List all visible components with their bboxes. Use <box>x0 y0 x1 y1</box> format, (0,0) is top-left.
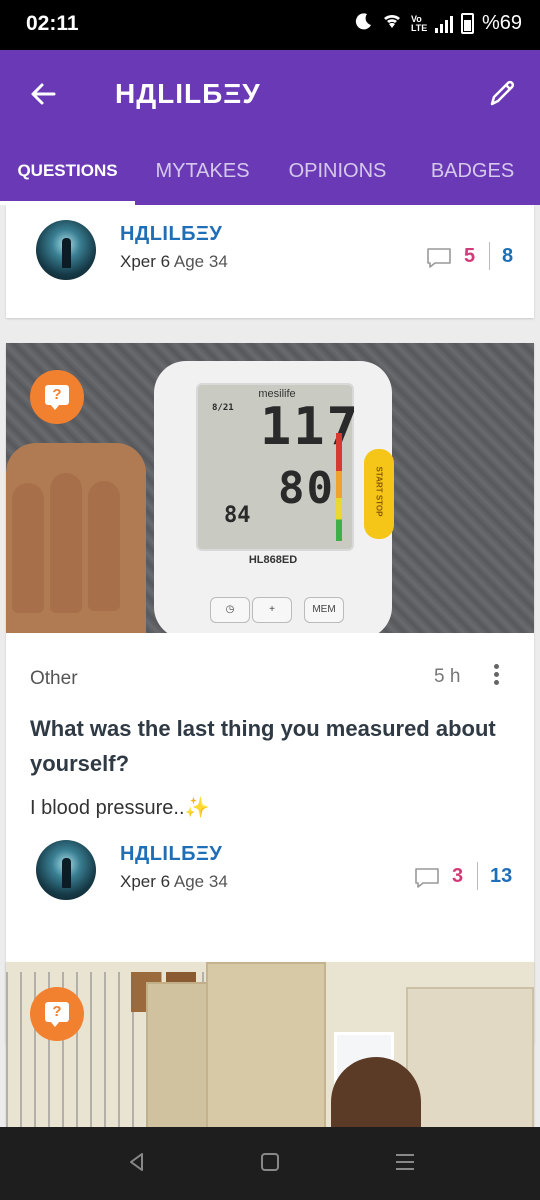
tab-opinions[interactable]: OPINIONS <box>270 145 405 205</box>
question-card[interactable]: mesilife 8/21 117 80 84 HL868ED ◷ + MEM … <box>6 343 534 1043</box>
question-card[interactable]: НДLILБΞУ Xper 6 Age 34 5 8 <box>6 205 534 318</box>
status-icons: Vo LTE %69 <box>355 12 522 35</box>
back-triangle-icon[interactable] <box>122 1147 152 1177</box>
question-badge: ? <box>30 987 84 1041</box>
avatar[interactable] <box>36 840 96 900</box>
tab-bar: QUESTIONS MYTAKES OPINIONS BADGES <box>0 145 540 205</box>
device-clock-button: ◷ <box>210 597 250 623</box>
question-description: I blood pressure..✨ <box>30 797 210 819</box>
home-square-icon[interactable] <box>255 1147 285 1177</box>
back-button[interactable] <box>24 74 64 114</box>
question-feed[interactable]: НДLILБΞУ Xper 6 Age 34 5 8 mesilife 8/21… <box>0 205 540 1127</box>
start-stop-label: START STOP <box>374 466 384 517</box>
more-options-button[interactable] <box>486 661 506 691</box>
author-name[interactable]: НДLILБΞУ <box>120 843 222 866</box>
category-label[interactable]: Other <box>30 668 78 690</box>
wifi-icon <box>381 12 403 35</box>
model-label: HL868ED <box>248 554 298 566</box>
author-meta: Xper 6 Age 34 <box>120 252 228 272</box>
pulse-reading: 84 <box>224 503 251 528</box>
question-bubble-icon: ? <box>45 1002 69 1022</box>
count-divider <box>477 862 478 890</box>
start-stop-button: START STOP <box>364 449 394 539</box>
author-age: Age 34 <box>173 252 228 271</box>
xper-level: Xper 6 <box>120 872 171 891</box>
view-count: 13 <box>490 865 513 887</box>
opinion-count: 3 <box>452 865 464 887</box>
app-bar: НДLILБΞУ QUESTIONS MYTAKES OPINIONS BADG… <box>0 50 540 205</box>
comment-icon <box>415 868 439 888</box>
network-label: Vo LTE <box>410 13 428 33</box>
pencil-icon <box>490 80 515 106</box>
question-title[interactable]: What was the last thing you measured abo… <box>30 711 520 781</box>
time-ago: 5 h <box>434 666 461 687</box>
question-badge: ? <box>30 370 84 424</box>
question-photo[interactable]: mesilife 8/21 117 80 84 HL868ED ◷ + MEM … <box>6 343 534 633</box>
edit-button[interactable] <box>482 74 522 114</box>
tab-questions[interactable]: QUESTIONS <box>0 145 135 205</box>
comment-icon <box>427 248 451 268</box>
battery-percent: %69 <box>481 12 522 34</box>
tab-mytakes[interactable]: MYTAKES <box>135 145 270 205</box>
status-bar: 02:11 Vo LTE %69 <box>0 0 540 50</box>
monitor-screen: mesilife 8/21 117 80 84 <box>196 383 358 551</box>
question-photo[interactable]: ? <box>6 962 534 1127</box>
arrow-left-icon <box>31 83 56 105</box>
date-reading: 8/21 <box>212 403 234 413</box>
page-title: НДLILБΞУ <box>115 78 261 109</box>
device-plus-button: + <box>252 597 292 623</box>
systolic-reading: 117 <box>260 397 360 457</box>
blood-pressure-monitor: mesilife 8/21 117 80 84 HL868ED ◷ + MEM … <box>154 361 394 633</box>
count-divider <box>489 242 490 270</box>
battery-icon <box>460 13 474 34</box>
question-card[interactable]: ? <box>6 962 534 1127</box>
tab-badges[interactable]: BADGES <box>405 145 540 205</box>
recents-menu-icon[interactable] <box>390 1147 420 1177</box>
view-count: 8 <box>502 245 514 267</box>
author-row[interactable]: НДLILБΞУ Xper 6 Age 34 3 13 <box>6 840 534 910</box>
author-row[interactable]: НДLILБΞУ Xper 6 Age 34 5 8 <box>6 220 534 290</box>
signal-icon <box>434 15 453 33</box>
moon-icon <box>355 12 373 35</box>
opinion-count: 5 <box>464 245 476 267</box>
author-meta: Xper 6 Age 34 <box>120 872 228 892</box>
avatar[interactable] <box>36 220 96 280</box>
hand-image <box>6 443 146 633</box>
pressure-scale <box>336 433 342 541</box>
diastolic-reading: 80 <box>278 463 335 514</box>
question-bubble-icon: ? <box>45 385 69 405</box>
author-age: Age 34 <box>173 872 228 891</box>
author-name[interactable]: НДLILБΞУ <box>120 223 222 246</box>
system-nav-bar <box>0 1127 540 1200</box>
xper-level: Xper 6 <box>120 252 171 271</box>
device-mem-button: MEM <box>304 597 344 623</box>
status-time: 02:11 <box>26 12 79 35</box>
